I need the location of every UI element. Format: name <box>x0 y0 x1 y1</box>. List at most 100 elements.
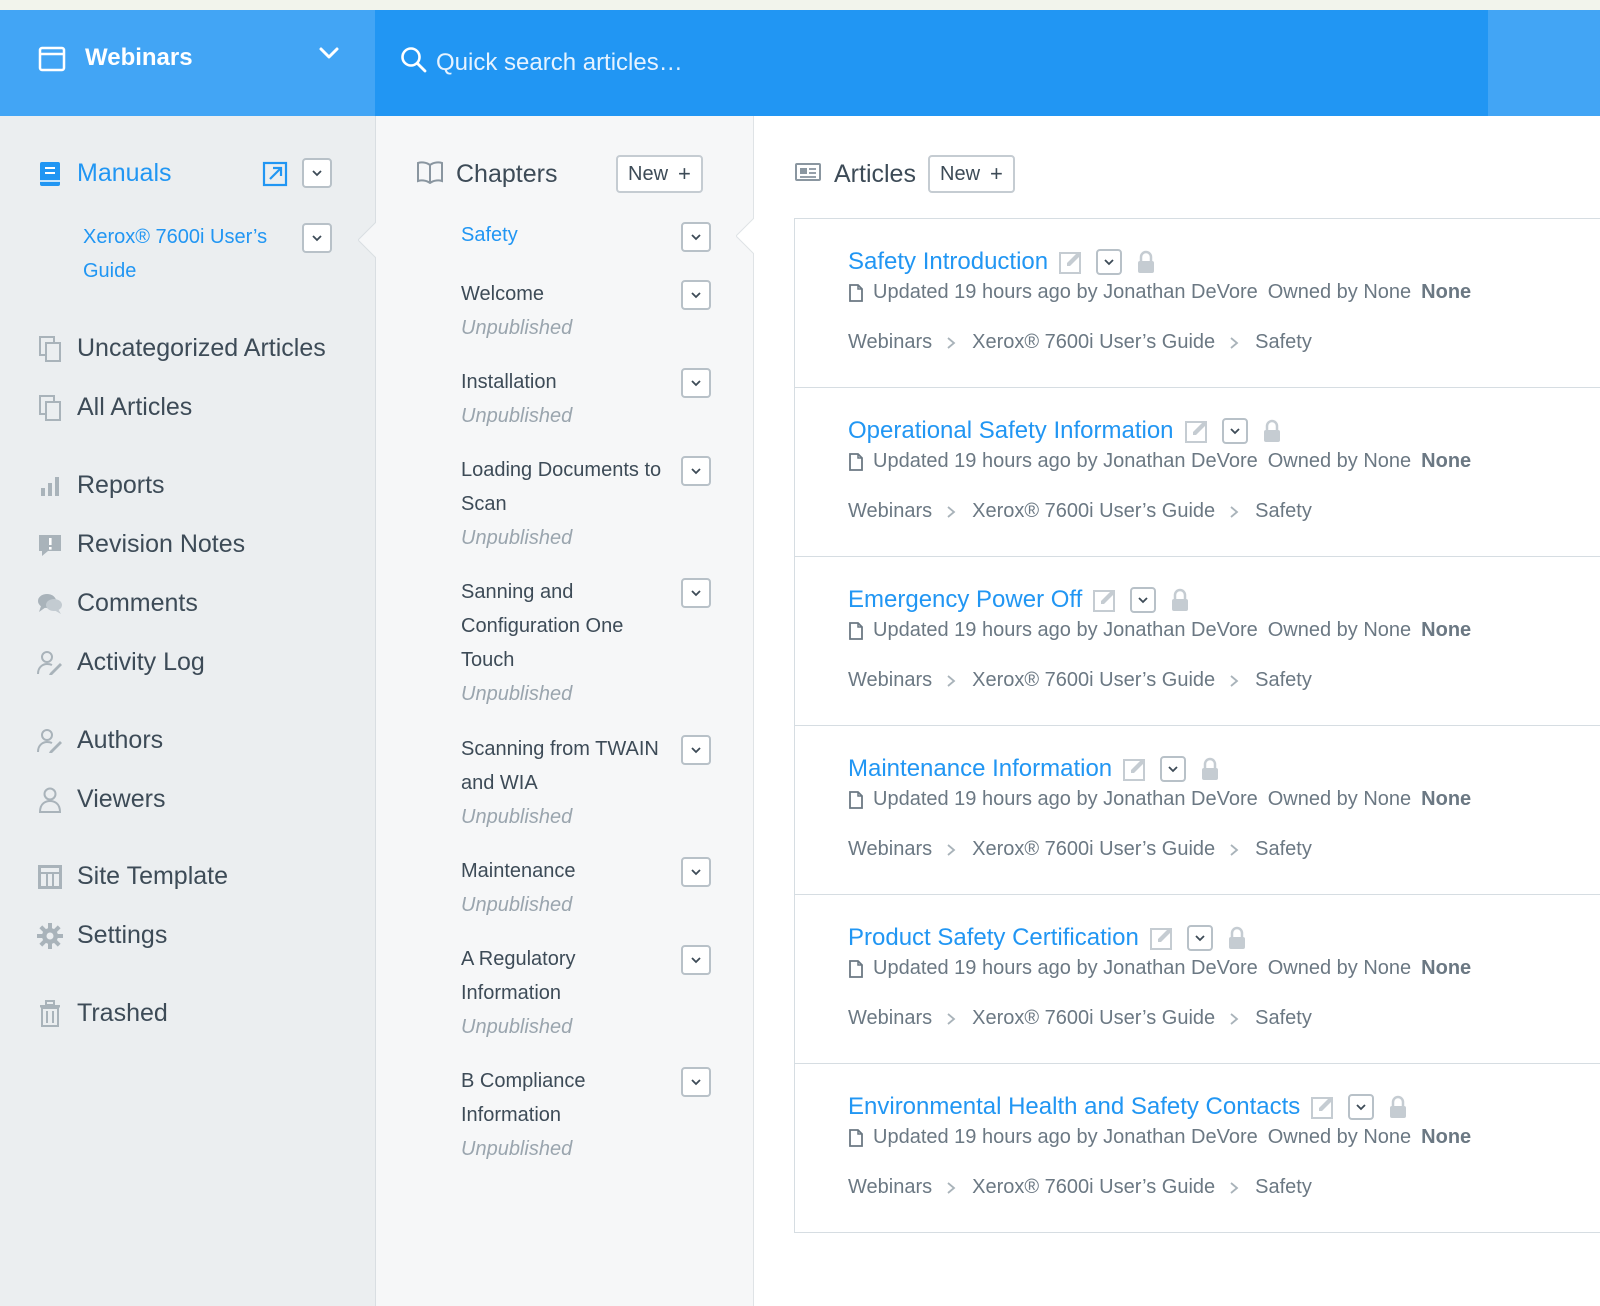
sidebar-item-activity-log[interactable]: Activity Log <box>36 648 205 677</box>
breadcrumb-item[interactable]: Safety <box>1255 1007 1312 1030</box>
chevron-down-icon <box>691 869 701 876</box>
chapter-status: Unpublished <box>461 1138 573 1160</box>
breadcrumb-item[interactable]: Xerox® 7600i User’s Guide <box>972 1176 1215 1199</box>
chapter-item[interactable]: B Compliance Information Unpublished <box>461 1064 681 1166</box>
breadcrumb-item[interactable]: Webinars <box>848 500 932 523</box>
sidebar-item-comments[interactable]: Comments <box>36 589 198 618</box>
chapter-dropdown-button[interactable] <box>681 456 711 486</box>
article-card: Safety Introduction Updated 19 hours ago… <box>795 219 1600 388</box>
chapter-dropdown-button[interactable] <box>681 368 711 398</box>
edit-icon[interactable] <box>1122 756 1148 782</box>
sidebar-item-manual-guide[interactable]: Xerox® 7600i User’s Guide <box>83 220 283 288</box>
breadcrumb-item[interactable]: Webinars <box>848 669 932 692</box>
chevron-down-icon[interactable] <box>318 45 340 66</box>
sidebar-item-all-articles[interactable]: All Articles <box>36 393 192 422</box>
breadcrumb-item[interactable]: Xerox® 7600i User’s Guide <box>972 331 1215 354</box>
chevron-down-icon <box>691 747 701 754</box>
article-title-link[interactable]: Emergency Power Off <box>848 586 1082 614</box>
lock-icon <box>1136 250 1156 274</box>
chapter-dropdown-button[interactable] <box>681 735 711 765</box>
article-title-link[interactable]: Maintenance Information <box>848 755 1112 783</box>
breadcrumb-item[interactable]: Safety <box>1255 331 1312 354</box>
chapter-dropdown-button[interactable] <box>681 1067 711 1097</box>
article-title-link[interactable]: Safety Introduction <box>848 248 1048 276</box>
edit-icon[interactable] <box>1310 1094 1336 1120</box>
breadcrumb-item[interactable]: Safety <box>1255 838 1312 861</box>
sidebar-item-viewers[interactable]: Viewers <box>36 785 165 814</box>
chapter-name: Sanning and Configuration One Touch <box>461 581 624 671</box>
article-card: Emergency Power Off Updated 19 hours ago… <box>795 557 1600 726</box>
sidebar-item-uncategorized[interactable]: Uncategorized Articles <box>36 334 326 363</box>
chapter-item[interactable]: A Regulatory Information Unpublished <box>461 942 681 1044</box>
chapter-item[interactable]: Loading Documents to Scan Unpublished <box>461 453 681 555</box>
sidebar-item-trashed[interactable]: Trashed <box>36 999 168 1028</box>
newspaper-icon <box>794 161 822 188</box>
breadcrumb-item[interactable]: Webinars <box>848 331 932 354</box>
breadcrumb-item[interactable]: Safety <box>1255 1176 1312 1199</box>
edit-icon[interactable] <box>1092 587 1118 613</box>
user-edit-icon <box>36 649 64 677</box>
chapter-dropdown-button[interactable] <box>681 578 711 608</box>
sidebar-item-site-template[interactable]: Site Template <box>36 862 228 891</box>
article-title-link[interactable]: Product Safety Certification <box>848 924 1139 952</box>
open-book-icon <box>416 160 444 189</box>
article-dropdown-button[interactable] <box>1160 756 1187 782</box>
breadcrumb-item[interactable]: Webinars <box>848 1176 932 1199</box>
chapter-dropdown-button[interactable] <box>681 222 711 252</box>
chapter-dropdown-button[interactable] <box>681 280 711 310</box>
chevron-right-icon <box>946 505 958 519</box>
breadcrumb-item[interactable]: Xerox® 7600i User’s Guide <box>972 1007 1215 1030</box>
lock-icon <box>1170 588 1190 612</box>
new-chapter-label: New <box>628 162 669 185</box>
breadcrumb-item[interactable]: Safety <box>1255 669 1312 692</box>
sidebar-item-reports[interactable]: Reports <box>36 471 165 500</box>
lock-icon <box>1227 926 1247 950</box>
edit-icon[interactable] <box>1058 249 1084 275</box>
chevron-right-icon <box>946 1181 958 1195</box>
breadcrumb-item[interactable]: Xerox® 7600i User’s Guide <box>972 500 1215 523</box>
chapter-item[interactable]: Welcome Unpublished <box>461 277 681 345</box>
breadcrumb-item[interactable]: Xerox® 7600i User’s Guide <box>972 838 1215 861</box>
article-dropdown-button[interactable] <box>1348 1094 1375 1120</box>
article-title-link[interactable]: Environmental Health and Safety Contacts <box>848 1093 1300 1121</box>
article-dropdown-button[interactable] <box>1186 925 1213 951</box>
breadcrumb-item[interactable]: Webinars <box>848 1007 932 1030</box>
new-article-button[interactable]: New + <box>928 155 1015 193</box>
sidebar-item-revision-notes[interactable]: Revision Notes <box>36 530 245 559</box>
article-dropdown-button[interactable] <box>1221 418 1248 444</box>
document-icon <box>848 283 864 303</box>
chevron-down-icon <box>691 234 701 241</box>
manuals-dropdown-button[interactable] <box>302 158 332 188</box>
site-switcher[interactable]: Webinars <box>0 10 375 116</box>
breadcrumb-item[interactable]: Xerox® 7600i User’s Guide <box>972 669 1215 692</box>
article-dropdown-button[interactable] <box>1096 249 1123 275</box>
article-updated-text: Updated 19 hours ago by Jonathan DeVore <box>873 281 1258 303</box>
external-link-icon[interactable] <box>262 161 288 192</box>
new-article-label: New <box>940 162 981 185</box>
chapter-item[interactable]: Maintenance Unpublished <box>461 854 681 922</box>
quick-search-input[interactable] <box>434 42 1038 84</box>
chapter-item[interactable]: Scanning from TWAIN and WIA Unpublished <box>461 732 681 834</box>
article-updated-text: Updated 19 hours ago by Jonathan DeVore <box>873 957 1258 979</box>
article-title-link[interactable]: Operational Safety Information <box>848 417 1174 445</box>
new-chapter-button[interactable]: New + <box>616 155 703 193</box>
breadcrumb-item[interactable]: Safety <box>1255 500 1312 523</box>
sidebar-item-settings[interactable]: Settings <box>36 921 167 950</box>
chevron-down-icon <box>691 957 701 964</box>
manual-guide-dropdown-button[interactable] <box>302 223 332 253</box>
edit-icon[interactable] <box>1184 418 1210 444</box>
chapter-dropdown-button[interactable] <box>681 945 711 975</box>
chapter-dropdown-button[interactable] <box>681 857 711 887</box>
sidebar-item-manuals[interactable]: Manuals <box>36 159 172 188</box>
edit-icon[interactable] <box>1149 925 1175 951</box>
article-updated-text: Updated 19 hours ago by Jonathan DeVore <box>873 1126 1258 1148</box>
chapter-item[interactable]: Installation Unpublished <box>461 365 681 433</box>
chevron-down-icon <box>1168 766 1178 773</box>
chapter-item[interactable]: Sanning and Configuration One Touch Unpu… <box>461 575 681 711</box>
breadcrumb-item[interactable]: Webinars <box>848 838 932 861</box>
article-dropdown-button[interactable] <box>1130 587 1157 613</box>
chapter-name: Welcome <box>461 283 544 305</box>
article-owned-text: Owned by None <box>1267 1126 1412 1148</box>
sidebar-item-authors[interactable]: Authors <box>36 726 163 755</box>
chapter-item[interactable]: Safety <box>461 218 681 252</box>
